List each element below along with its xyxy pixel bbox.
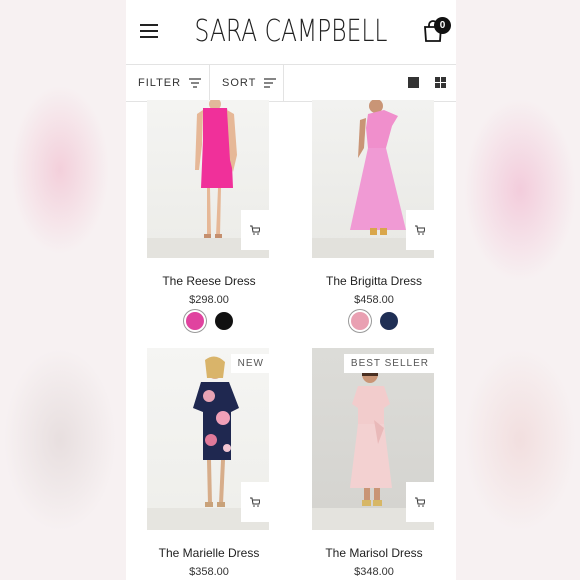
color-swatch-pink[interactable] xyxy=(351,312,369,330)
product-name[interactable]: The Brigitta Dress xyxy=(294,274,454,288)
toolbar-divider xyxy=(283,65,284,101)
quick-add-button[interactable] xyxy=(241,210,269,250)
color-swatch-pink[interactable] xyxy=(186,312,204,330)
cart-plus-icon xyxy=(415,497,425,507)
product-price: $348.00 xyxy=(354,566,394,578)
cart-count-badge: 0 xyxy=(434,17,451,34)
quick-add-button[interactable] xyxy=(241,482,269,522)
single-column-view-icon[interactable] xyxy=(408,77,419,88)
filter-sort-toolbar: FILTER SORT xyxy=(126,64,456,102)
grid-view-icon[interactable] xyxy=(435,77,446,88)
brand-logo[interactable]: SARA CAMPBELL xyxy=(162,14,419,49)
product-name[interactable]: The Marielle Dress xyxy=(129,546,289,560)
sort-button[interactable]: SORT xyxy=(222,65,277,101)
new-badge: NEW xyxy=(230,354,271,373)
quick-add-button[interactable] xyxy=(406,482,434,522)
filter-lines-icon xyxy=(189,78,202,88)
cart-plus-icon xyxy=(415,225,425,235)
product-name[interactable]: The Marisol Dress xyxy=(294,546,454,560)
color-swatch-black[interactable] xyxy=(215,312,233,330)
sort-lines-icon xyxy=(264,78,277,88)
app-screen: SARA CAMPBELL 0 FILTER SORT The Reese Dr… xyxy=(126,0,456,580)
quick-add-button[interactable] xyxy=(406,210,434,250)
product-name[interactable]: The Reese Dress xyxy=(129,274,289,288)
best-seller-badge: BEST SELLER xyxy=(343,354,436,373)
hamburger-menu-icon[interactable] xyxy=(140,24,158,38)
cart-plus-icon xyxy=(250,497,260,507)
filter-label: FILTER xyxy=(138,77,182,89)
color-swatch-navy[interactable] xyxy=(380,312,398,330)
product-price: $358.00 xyxy=(189,566,229,578)
site-header: SARA CAMPBELL 0 xyxy=(126,0,456,64)
product-price: $298.00 xyxy=(189,294,229,306)
sort-label: SORT xyxy=(222,77,257,89)
cart-plus-icon xyxy=(250,225,260,235)
filter-button[interactable]: FILTER xyxy=(138,65,202,101)
toolbar-divider xyxy=(209,65,210,101)
product-price: $458.00 xyxy=(354,294,394,306)
